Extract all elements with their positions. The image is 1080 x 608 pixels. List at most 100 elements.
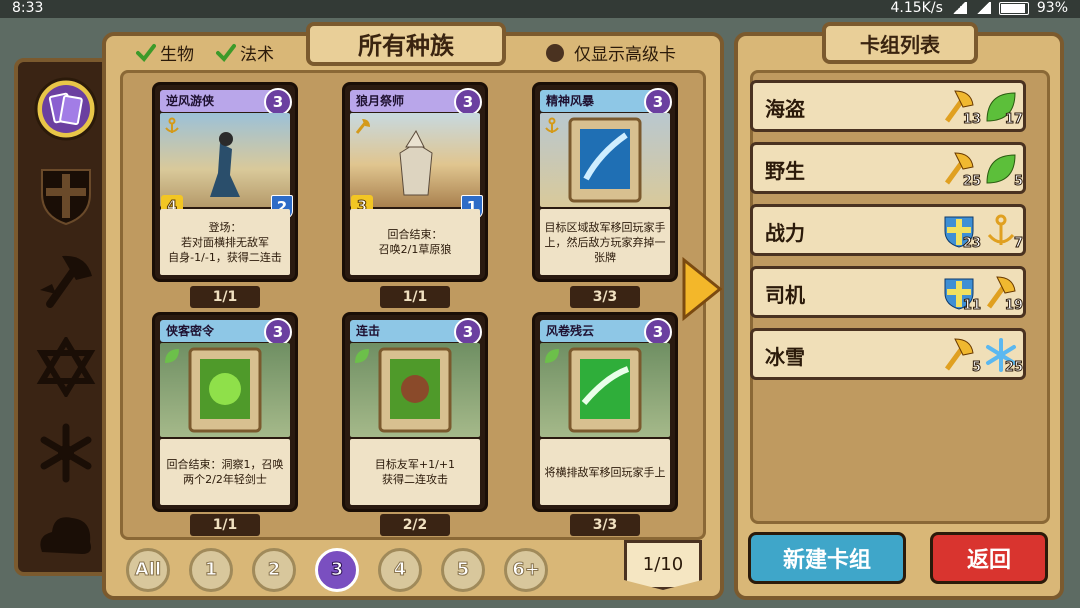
filter-spell[interactable]: 法术 (216, 40, 274, 65)
anchor-icon (165, 117, 179, 133)
filter-premium-label: 仅显示高级卡 (574, 45, 676, 65)
card-text: 回合结束：洞察1，召唤两个2/2年轻剑士 (160, 439, 290, 505)
deck-leaf-count: 17 (1004, 112, 1023, 128)
sidebar-item-all[interactable] (32, 76, 100, 142)
checkmark-icon (216, 43, 236, 62)
new-deck-button[interactable]: 新建卡组 (748, 532, 906, 584)
sidebar-item-snowflake[interactable] (32, 420, 100, 486)
filter-creature[interactable]: 生物 (136, 40, 194, 65)
deck-leaf-count: 5 (1013, 174, 1023, 190)
filter-spell-label: 法术 (240, 45, 274, 65)
deck-item[interactable]: 冰雪 5 25 (750, 328, 1026, 380)
cost-filter-all[interactable]: All (126, 548, 170, 592)
card-item[interactable]: 逆风游侠 3 4 2 登场： 若对面横排无敌军 自身-1/-1，获得二连击 (152, 82, 298, 282)
card-text: 回合结束： 召唤2/1草原狼 (350, 209, 480, 275)
anchor-icon (545, 117, 559, 133)
checkmark-icon (136, 43, 156, 62)
card-text: 将横排敌军移回玩家手上 (540, 439, 670, 505)
deck-shield-count: 11 (962, 298, 981, 314)
cards-icon (34, 77, 98, 141)
deck-item[interactable]: 战力 23 7 (750, 204, 1026, 256)
card-count: 1/1 (190, 286, 260, 308)
deck-item[interactable]: 野生 25 5 (750, 142, 1026, 194)
wifi-icon (950, 2, 967, 14)
card-count: 1/1 (190, 514, 260, 536)
signal-icon (974, 2, 991, 14)
deck-axe-count: 25 (962, 174, 981, 190)
cost-filter-6plus[interactable]: 6+ (504, 548, 548, 592)
sidebar-item-axe[interactable] (32, 248, 100, 314)
status-bar: 8:33 4.15K/s 93% (0, 0, 1080, 18)
axe-icon: 13 (941, 89, 982, 128)
cost-filter-2[interactable]: 2 (252, 548, 296, 592)
deck-name: 海盗 (765, 97, 805, 121)
card-count: 2/2 (380, 514, 450, 536)
card-cost: 3 (264, 88, 292, 116)
cost-filter-3[interactable]: 3 (315, 548, 359, 592)
network-speed: 4.15K/s (890, 0, 943, 16)
card-item[interactable]: 风卷残云 3 将横排敌军移回玩家手上 (532, 312, 678, 512)
deck-item[interactable]: 司机 11 19 (750, 266, 1026, 318)
card-text: 登场： 若对面横排无敌军 自身-1/-1，获得二连击 (160, 209, 290, 275)
anchor-icon: 7 (983, 213, 1024, 252)
leaf-icon: 5 (983, 151, 1024, 190)
deck-axe-count: 5 (971, 360, 981, 376)
battery-icon (998, 1, 1029, 15)
cost-filter-4[interactable]: 4 (378, 548, 422, 592)
snowflake-icon (40, 423, 92, 483)
leaf-icon: 17 (983, 89, 1024, 128)
cloud-icon (40, 517, 91, 554)
sidebar-item-shield[interactable] (32, 162, 100, 228)
leaf-icon (545, 349, 559, 363)
card-item[interactable]: 狼月祭师 3 3 1 回合结束： 召唤2/1草原狼 (342, 82, 488, 282)
sidebar-item-hexagram[interactable] (32, 334, 100, 400)
clock: 8:33 (12, 0, 44, 16)
deck-name: 战力 (765, 221, 805, 245)
radio-icon (546, 43, 564, 62)
deck-list-title: 卡组列表 (822, 22, 978, 64)
back-button[interactable]: 返回 (930, 532, 1048, 584)
deck-name: 野生 (765, 159, 805, 183)
card-item[interactable]: 侠客密令 3 回合结束：洞察1，召唤两个2/2年轻剑士 (152, 312, 298, 512)
card-text: 目标友军+1/+1 获得二连攻击 (350, 439, 480, 505)
card-name: 精神风暴 (540, 90, 658, 112)
deck-list-panel: 卡组列表 海盗 13 17 野生 25 5 战力 23 7 司机 11 19 冰… (734, 22, 1064, 600)
leaf-icon (165, 349, 179, 363)
card-item[interactable]: 精神风暴 3 目标区域敌军移回玩家手上，然后敌方玩家弃掉一张牌 (532, 82, 678, 282)
filter-premium[interactable]: 仅显示高级卡 (546, 40, 676, 65)
deck-name: 冰雪 (765, 345, 805, 369)
card-count: 3/3 (570, 286, 640, 308)
card-collection-panel: 生物 法术 所有种族 仅显示高级卡 逆风游侠 3 4 2 登场： 若对面横排无敌… (102, 22, 724, 600)
axe-icon: 19 (983, 275, 1024, 314)
axe-icon: 25 (941, 151, 982, 190)
next-page-arrow-icon[interactable] (680, 256, 724, 322)
card-count: 1/1 (380, 286, 450, 308)
card-name: 狼月祭师 (350, 90, 468, 112)
deck-snow-count: 25 (1004, 360, 1023, 376)
card-count: 3/3 (570, 514, 640, 536)
card-cost: 3 (454, 88, 482, 116)
deck-item[interactable]: 海盗 13 17 (750, 80, 1026, 132)
axe-icon (355, 119, 370, 134)
card-name: 侠客密令 (160, 320, 278, 342)
shield-icon: 23 (941, 213, 982, 252)
card-cost: 3 (644, 318, 672, 346)
card-cost: 3 (264, 318, 292, 346)
axe-icon (40, 255, 92, 308)
tribe-title[interactable]: 所有种族 (306, 22, 506, 66)
deck-axe-count: 13 (962, 112, 981, 128)
card-item[interactable]: 连击 3 目标友军+1/+1 获得二连攻击 (342, 312, 488, 512)
snowflake-icon: 25 (983, 337, 1024, 376)
card-name: 风卷残云 (540, 320, 658, 342)
sidebar-item-cloud[interactable] (32, 500, 100, 566)
shield-icon (41, 169, 91, 226)
cost-filter-5[interactable]: 5 (441, 548, 485, 592)
deck-axe-count: 19 (1004, 298, 1023, 314)
deck-anchor-count: 7 (1013, 236, 1023, 252)
battery-level: 93% (1036, 0, 1068, 16)
deck-name: 司机 (765, 283, 805, 307)
deck-shield-count: 23 (962, 236, 981, 252)
card-name: 逆风游侠 (160, 90, 278, 112)
card-cost: 3 (644, 88, 672, 116)
cost-filter-1[interactable]: 1 (189, 548, 233, 592)
